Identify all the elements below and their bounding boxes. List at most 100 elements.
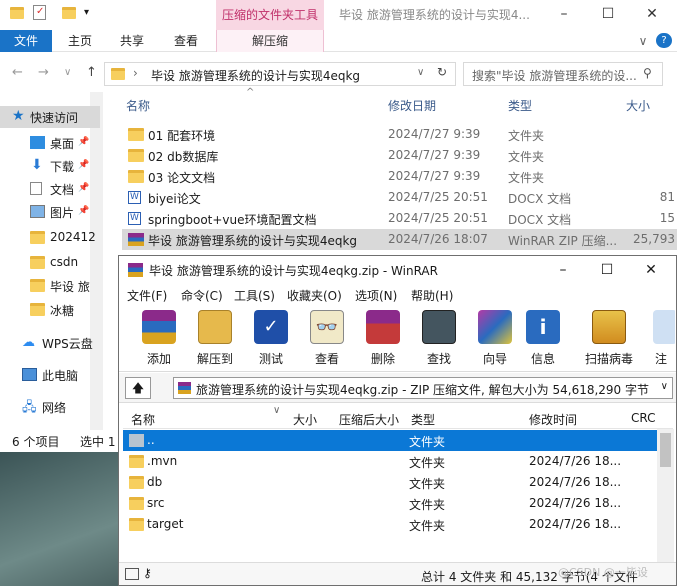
archive-row-selected[interactable]: .. 文件夹 — [123, 430, 657, 451]
nav-item-folder-csdn[interactable]: csdn — [0, 252, 100, 274]
archive-path-box[interactable]: 旅游管理系统的设计与实现4eqkg.zip - ZIP 压缩文件, 解包大小为 … — [173, 377, 673, 399]
close-button[interactable]: ✕ — [632, 0, 672, 30]
nav-item-pictures[interactable]: 图片 📌 — [0, 201, 100, 223]
column-modified[interactable]: 修改时间 — [529, 411, 577, 428]
compressed-folder-tools-label: 压缩的文件夹工具 — [216, 0, 324, 30]
recent-locations-icon[interactable]: ∨ — [64, 67, 71, 78]
path-dropdown-icon[interactable]: ∨ — [658, 381, 668, 392]
breadcrumb-chevron-icon[interactable]: › — [133, 66, 138, 80]
folder-icon[interactable] — [10, 7, 24, 19]
tab-share[interactable]: 共享 — [108, 30, 156, 52]
tab-extract[interactable]: 解压缩 — [216, 30, 324, 52]
file-row[interactable]: 03 论文文档 2024/7/27 9:39 文件夹 — [122, 166, 677, 187]
address-bar[interactable]: › 毕设 旅游管理系统的设计与实现4eqkg ∨ ↻ — [104, 62, 456, 86]
view-button[interactable]: 👓 查看 — [301, 310, 353, 370]
sort-descending-icon: ∨ — [273, 405, 281, 416]
file-row-selected[interactable]: 毕设 旅游管理系统的设计与实现4eqkg 2024/7/26 18:07 Win… — [122, 229, 677, 250]
up-arrow-icon[interactable]: ↑ — [86, 65, 97, 80]
archive-vertical-scrollbar[interactable] — [657, 429, 674, 562]
word-doc-icon: W — [128, 191, 141, 204]
minimize-button[interactable]: – — [544, 0, 584, 30]
folder-icon — [129, 497, 144, 510]
tab-file[interactable]: 文件 — [0, 30, 52, 52]
maximize-button[interactable]: ☐ — [588, 0, 628, 30]
winrar-archive-icon — [128, 233, 144, 246]
column-date[interactable]: 修改日期 — [388, 97, 436, 114]
nav-item-wps-cloud[interactable]: ☁ WPS云盘 — [0, 332, 100, 354]
file-row[interactable]: W biyei论文 2024/7/25 20:51 DOCX 文档 81 — [122, 187, 677, 208]
wizard-button[interactable]: 向导 — [469, 310, 521, 370]
folder-icon — [129, 518, 144, 531]
info-button[interactable]: i 信息 — [517, 310, 569, 370]
comment-button[interactable]: 注 — [647, 310, 675, 370]
delete-button[interactable]: 删除 — [357, 310, 409, 370]
collapse-ribbon-icon[interactable]: ∨ — [636, 30, 650, 52]
search-icon[interactable]: ⚲ — [643, 66, 652, 80]
customize-quick-access-icon[interactable]: ▾ — [84, 8, 94, 20]
find-button[interactable]: 查找 — [413, 310, 465, 370]
refresh-icon[interactable]: ↻ — [437, 65, 447, 79]
add-button[interactable]: 添加 — [133, 310, 185, 370]
extract-folder-icon — [198, 310, 232, 344]
column-crc[interactable]: CRC — [631, 411, 656, 425]
menu-tools[interactable]: 工具(S) — [234, 287, 275, 304]
sort-ascending-icon: ^ — [246, 87, 255, 98]
menu-favorites[interactable]: 收藏夹(O) — [287, 287, 342, 304]
nav-item-network[interactable]: 🖧 网络 — [0, 396, 100, 418]
address-path: 毕设 旅游管理系统的设计与实现4eqkg — [151, 69, 361, 83]
column-name[interactable]: 名称 — [131, 411, 155, 428]
nav-item-folder-bingtang[interactable]: 冰糖 — [0, 299, 100, 321]
nav-item-folder-graduation[interactable]: 毕设 旅 — [0, 275, 100, 297]
menu-file[interactable]: 文件(F) — [127, 287, 167, 304]
nav-item-folder-202412[interactable]: 202412 — [0, 227, 100, 249]
menu-commands[interactable]: 命令(C) — [181, 287, 223, 304]
folder-icon — [30, 231, 45, 244]
menu-help[interactable]: 帮助(H) — [411, 287, 453, 304]
column-type[interactable]: 类型 — [411, 411, 435, 428]
archive-row[interactable]: target 文件夹 2024/7/26 18... — [123, 514, 657, 535]
nav-item-downloads[interactable]: ⬇ 下载 📌 — [0, 155, 100, 177]
new-folder-icon[interactable] — [62, 7, 76, 19]
file-row[interactable]: 01 配套环境 2024/7/27 9:39 文件夹 — [122, 124, 677, 145]
file-row[interactable]: W springboot+vue环境配置文档 2024/7/25 20:51 D… — [122, 208, 677, 229]
winrar-maximize-button[interactable]: ☐ — [587, 256, 627, 284]
winrar-path-row: 🡅 旅游管理系统的设计与实现4eqkg.zip - ZIP 压缩文件, 解包大小… — [119, 373, 676, 403]
archive-row[interactable]: .mvn 文件夹 2024/7/26 18... — [123, 451, 657, 472]
nav-item-documents[interactable]: 文档 📌 — [0, 178, 100, 200]
archive-row[interactable]: db 文件夹 2024/7/26 18... — [123, 472, 657, 493]
ribbon-tabs: 文件 主页 共享 查看 解压缩 ∨ ? — [0, 30, 677, 52]
nav-item-desktop[interactable]: 桌面 📌 — [0, 132, 100, 154]
test-button[interactable]: ✓ 测试 — [245, 310, 297, 370]
pin-icon: 📌 — [78, 160, 90, 170]
column-size[interactable]: 大小 — [293, 411, 317, 428]
up-one-level-button[interactable]: 🡅 — [125, 377, 151, 399]
file-row[interactable]: 02 db数据库 2024/7/27 9:39 文件夹 — [122, 145, 677, 166]
search-input[interactable]: 搜索"毕设 旅游管理系统的设... — [463, 62, 663, 86]
cloud-icon: ☁ — [22, 335, 35, 350]
column-size[interactable]: 大小 — [626, 97, 650, 114]
back-arrow-icon[interactable]: ← — [12, 65, 23, 80]
menu-options[interactable]: 选项(N) — [355, 287, 397, 304]
virus-scan-button[interactable]: 扫描病毒 — [583, 310, 635, 370]
title-bar: ✓ ▾ 压缩的文件夹工具 毕设 旅游管理系统的设计与实现4... – ☐ ✕ — [0, 0, 677, 30]
column-packed[interactable]: 压缩后大小 — [339, 411, 399, 428]
view-glasses-icon: 👓 — [310, 310, 344, 344]
scrollbar-thumb[interactable] — [660, 433, 671, 467]
archive-row[interactable]: src 文件夹 2024/7/26 18... — [123, 493, 657, 514]
folder-icon — [111, 68, 125, 80]
tab-home[interactable]: 主页 — [56, 30, 104, 52]
column-type[interactable]: 类型 — [508, 97, 532, 114]
properties-icon[interactable]: ✓ — [33, 5, 46, 20]
nav-item-quick-access[interactable]: ★ 快速访问 — [0, 106, 100, 128]
help-icon[interactable]: ? — [656, 33, 672, 48]
tab-view[interactable]: 查看 — [162, 30, 210, 52]
forward-arrow-icon[interactable]: → — [38, 65, 49, 80]
winrar-minimize-button[interactable]: – — [543, 256, 583, 284]
document-icon — [30, 182, 42, 195]
extract-to-button[interactable]: 解压到 — [189, 310, 241, 370]
address-history-icon[interactable]: ∨ — [417, 67, 424, 78]
winrar-close-button[interactable]: ✕ — [631, 256, 671, 284]
column-name[interactable]: 名称 — [126, 97, 150, 114]
nav-item-this-pc[interactable]: 此电脑 — [0, 364, 100, 386]
winrar-menu-bar: 文件(F) 命令(C) 工具(S) 收藏夹(O) 选项(N) 帮助(H) — [119, 284, 676, 306]
